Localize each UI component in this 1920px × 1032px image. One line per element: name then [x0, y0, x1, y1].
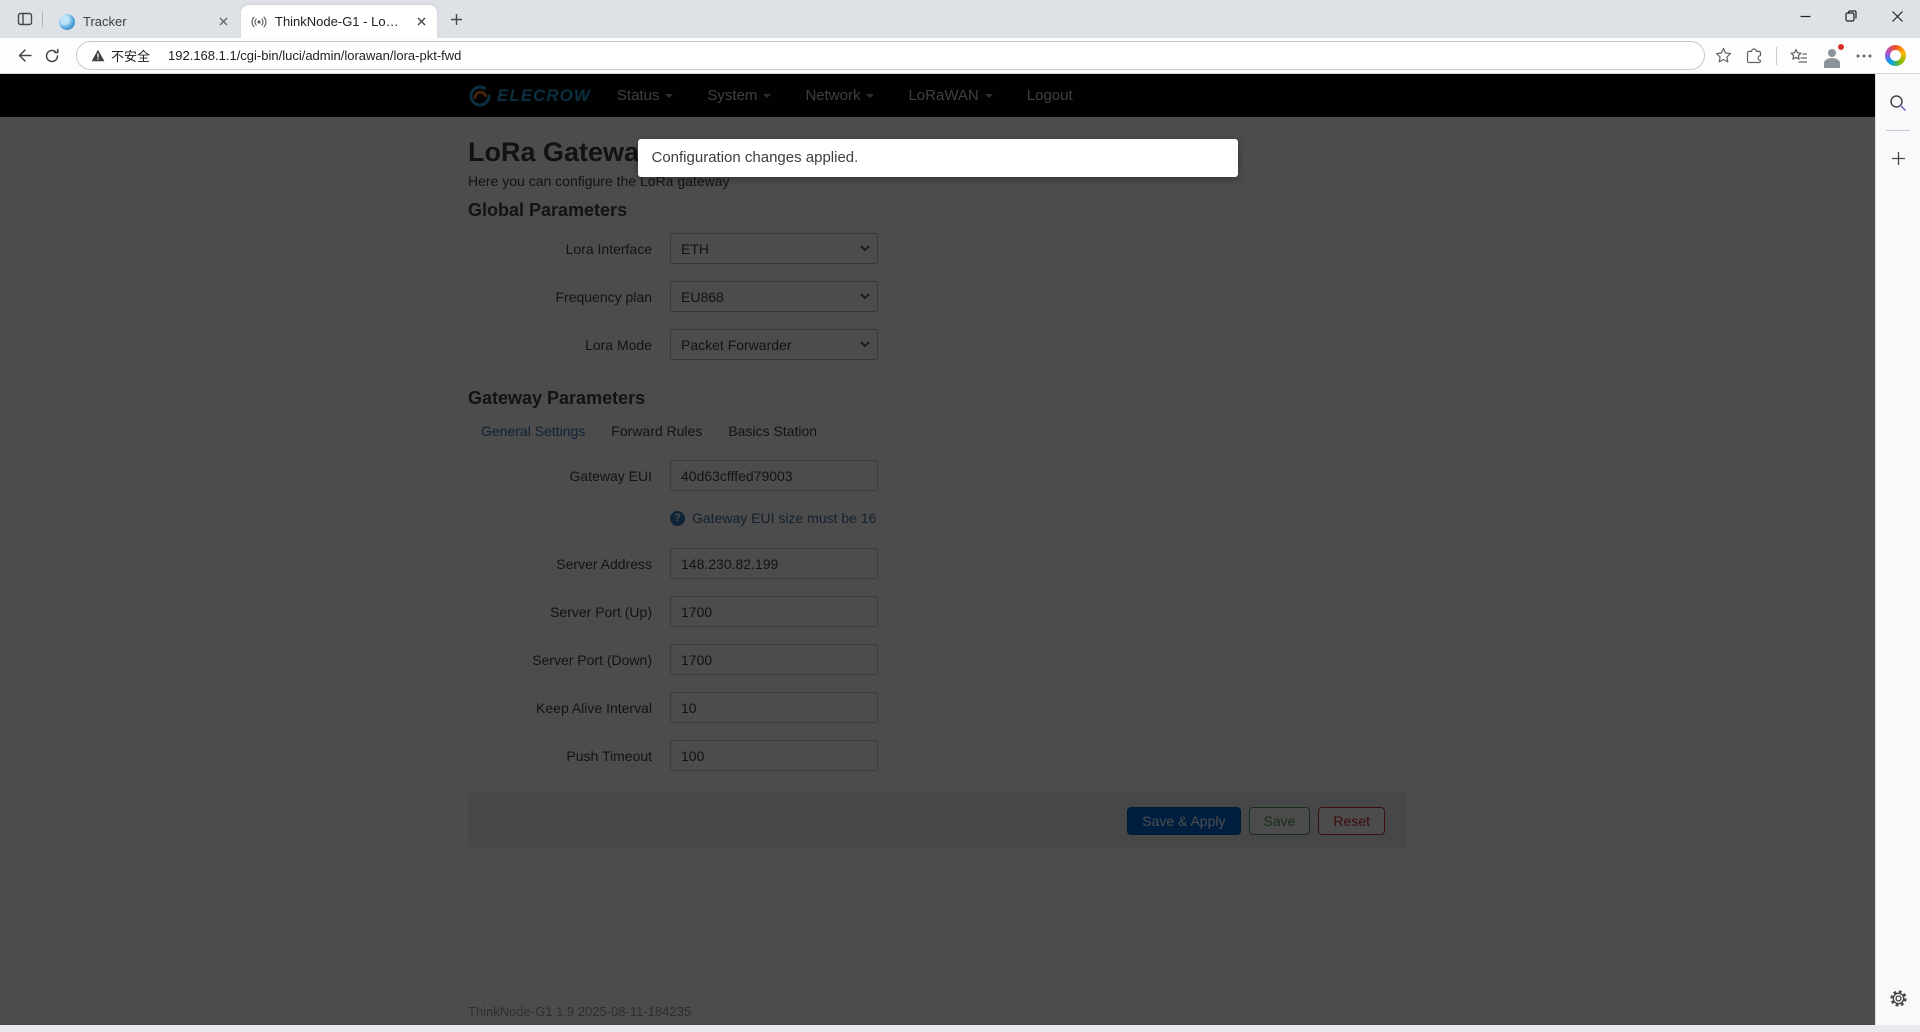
new-tab-icon[interactable] — [443, 6, 469, 32]
address-bar[interactable]: 不安全 192.168.1.1/cgi-bin/luci/admin/loraw… — [76, 41, 1705, 70]
address-toolbar: 不安全 192.168.1.1/cgi-bin/luci/admin/loraw… — [0, 38, 1920, 74]
search-icon[interactable] — [1883, 88, 1913, 118]
favorite-star-icon[interactable] — [1715, 47, 1732, 64]
url-text: 192.168.1.1/cgi-bin/luci/admin/lorawan/l… — [168, 48, 461, 63]
more-options-icon[interactable] — [1856, 54, 1872, 58]
minimize-icon[interactable] — [1782, 0, 1828, 32]
tab-close-icon[interactable] — [413, 14, 429, 30]
tab-tracker[interactable]: Tracker — [49, 5, 239, 38]
modal-dim-overlay — [0, 74, 1875, 1025]
sidebar-divider — [1886, 130, 1910, 131]
toolbar-icons — [1715, 45, 1910, 67]
favorites-list-icon[interactable] — [1790, 48, 1808, 64]
page-viewport: ELECROW Status System Network LoRaWAN Lo… — [0, 74, 1875, 1025]
copilot-icon[interactable] — [1885, 45, 1906, 66]
tab-strip: Tracker ThinkNode-G1 - LoRa Gateway - — [0, 0, 1920, 38]
settings-gear-icon[interactable] — [1883, 983, 1913, 1013]
extensions-icon[interactable] — [1745, 47, 1763, 65]
not-secure-warning-icon — [91, 49, 105, 62]
edge-sidebar — [1875, 74, 1920, 1025]
tab-lora-gateway[interactable]: ThinkNode-G1 - LoRa Gateway - — [241, 5, 437, 38]
tab-close-icon[interactable] — [215, 14, 231, 30]
tab-title: Tracker — [83, 14, 209, 29]
restore-icon[interactable] — [1828, 0, 1874, 32]
close-window-icon[interactable] — [1874, 0, 1920, 32]
browser-window: Tracker ThinkNode-G1 - LoRa Gateway - — [0, 0, 1920, 1032]
window-controls — [1782, 0, 1920, 38]
toolbar-divider — [1776, 47, 1777, 65]
tab-divider — [42, 11, 43, 27]
dialog-message: Configuration changes applied. — [652, 149, 859, 166]
window-bottom-edge — [0, 1025, 1920, 1032]
tracker-favicon — [59, 14, 75, 30]
radio-antenna-favicon — [251, 14, 267, 30]
tab-title: ThinkNode-G1 - LoRa Gateway - — [275, 14, 407, 29]
config-applied-dialog: Configuration changes applied. — [638, 139, 1238, 177]
back-icon[interactable] — [10, 42, 38, 70]
tab-actions-icon[interactable] — [12, 6, 38, 32]
refresh-icon[interactable] — [38, 42, 66, 70]
browser-main: ELECROW Status System Network LoRaWAN Lo… — [0, 74, 1920, 1025]
add-sidebar-item-icon[interactable] — [1883, 143, 1913, 173]
security-label: 不安全 — [111, 46, 150, 65]
profile-avatar[interactable] — [1821, 45, 1843, 67]
notification-badge — [1837, 43, 1845, 51]
